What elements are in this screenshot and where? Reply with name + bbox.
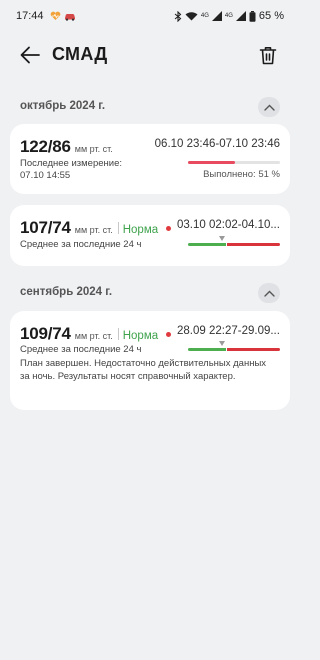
record-card[interactable]: 107/74 мм рт. ст. Норма 03.10 02:02-04.1… [10, 205, 290, 266]
range-marker-icon [219, 341, 225, 346]
record-card[interactable]: 109/74 мм рт. ст. Норма 28.09 22:27-29.0… [10, 311, 290, 410]
battery-percent: 65 % [258, 10, 284, 22]
bluetooth-icon [174, 10, 182, 22]
collapse-button[interactable] [258, 97, 280, 117]
bp-unit: мм рт. ст. [74, 144, 113, 154]
done-label: Выполнено: [203, 169, 256, 180]
signal-icon [211, 11, 222, 21]
status-norm: Норма [122, 330, 159, 342]
plan-note: План завершен. Недостаточно действительн… [20, 358, 267, 382]
car-icon [64, 13, 75, 21]
date-range: 03.10 02:02-04.10... [177, 219, 280, 231]
month-label: сентябрь 2024 г. [20, 286, 113, 298]
divider [117, 222, 119, 234]
progress-track [188, 161, 280, 164]
back-button[interactable] [18, 43, 42, 67]
chevron-up-icon [263, 104, 275, 111]
done-percent: 51 % [258, 169, 280, 180]
range-bar [188, 243, 280, 246]
bp-value: 107/74 [20, 218, 71, 237]
status-time: 17:44 [16, 10, 44, 22]
alert-dot [166, 331, 172, 337]
bp-value: 122/86 [20, 137, 71, 156]
done-text: Выполнено: 51 % [203, 169, 280, 180]
month-label: октябрь 2024 г. [20, 100, 106, 112]
value-row: 109/74 мм рт. ст. Норма [20, 324, 172, 344]
collapse-button[interactable] [258, 283, 280, 303]
range-normal-segment [188, 243, 226, 246]
record-card[interactable]: 122/86 мм рт. ст. 06.10 23:46-07.10 23:4… [10, 124, 290, 194]
bp-value: 109/74 [20, 324, 71, 343]
battery-icon [249, 10, 256, 22]
range-high-segment [227, 348, 280, 351]
notification-heart-icon [50, 11, 60, 20]
network-type-1: 4G [200, 13, 209, 19]
range-bar [188, 348, 280, 351]
date-range: 28.09 22:27-29.09... [177, 325, 280, 337]
value-row: 122/86 мм рт. ст. [20, 137, 113, 157]
arrow-left-icon [20, 46, 40, 64]
network-type-2: 4G [224, 13, 233, 19]
divider [117, 328, 119, 340]
progress-fill [188, 161, 235, 164]
trash-icon [259, 46, 277, 64]
bp-unit: мм рт. ст. [74, 225, 113, 235]
value-row: 107/74 мм рт. ст. Норма [20, 218, 172, 238]
month-header-october: октябрь 2024 г. [0, 94, 300, 120]
status-norm: Норма [122, 224, 159, 236]
average-text: Среднее за последние 24 ч [20, 239, 142, 250]
app-header: СМАД [0, 38, 300, 72]
month-header-september: сентябрь 2024 г. [0, 280, 300, 306]
status-app-icons [50, 11, 76, 21]
status-bar: 17:44 4G 4G 65 % [0, 0, 300, 32]
average-text: Среднее за последние 24 ч [20, 344, 142, 355]
wifi-icon [185, 12, 198, 21]
chevron-up-icon [263, 290, 275, 297]
status-right-group: 4G 4G 65 % [174, 10, 284, 22]
range-marker-icon [219, 236, 225, 241]
bp-unit: мм рт. ст. [74, 331, 113, 341]
range-normal-segment [188, 348, 226, 351]
delete-button[interactable] [256, 43, 280, 67]
last-measurement-text: Последнее измерение: 07.10 14:55 [20, 158, 122, 181]
signal-icon-2 [235, 11, 246, 21]
range-high-segment [227, 243, 280, 246]
date-range: 06.10 23:46-07.10 23:46 [154, 138, 280, 150]
page-title: СМАД [52, 44, 108, 64]
alert-dot [166, 225, 172, 231]
